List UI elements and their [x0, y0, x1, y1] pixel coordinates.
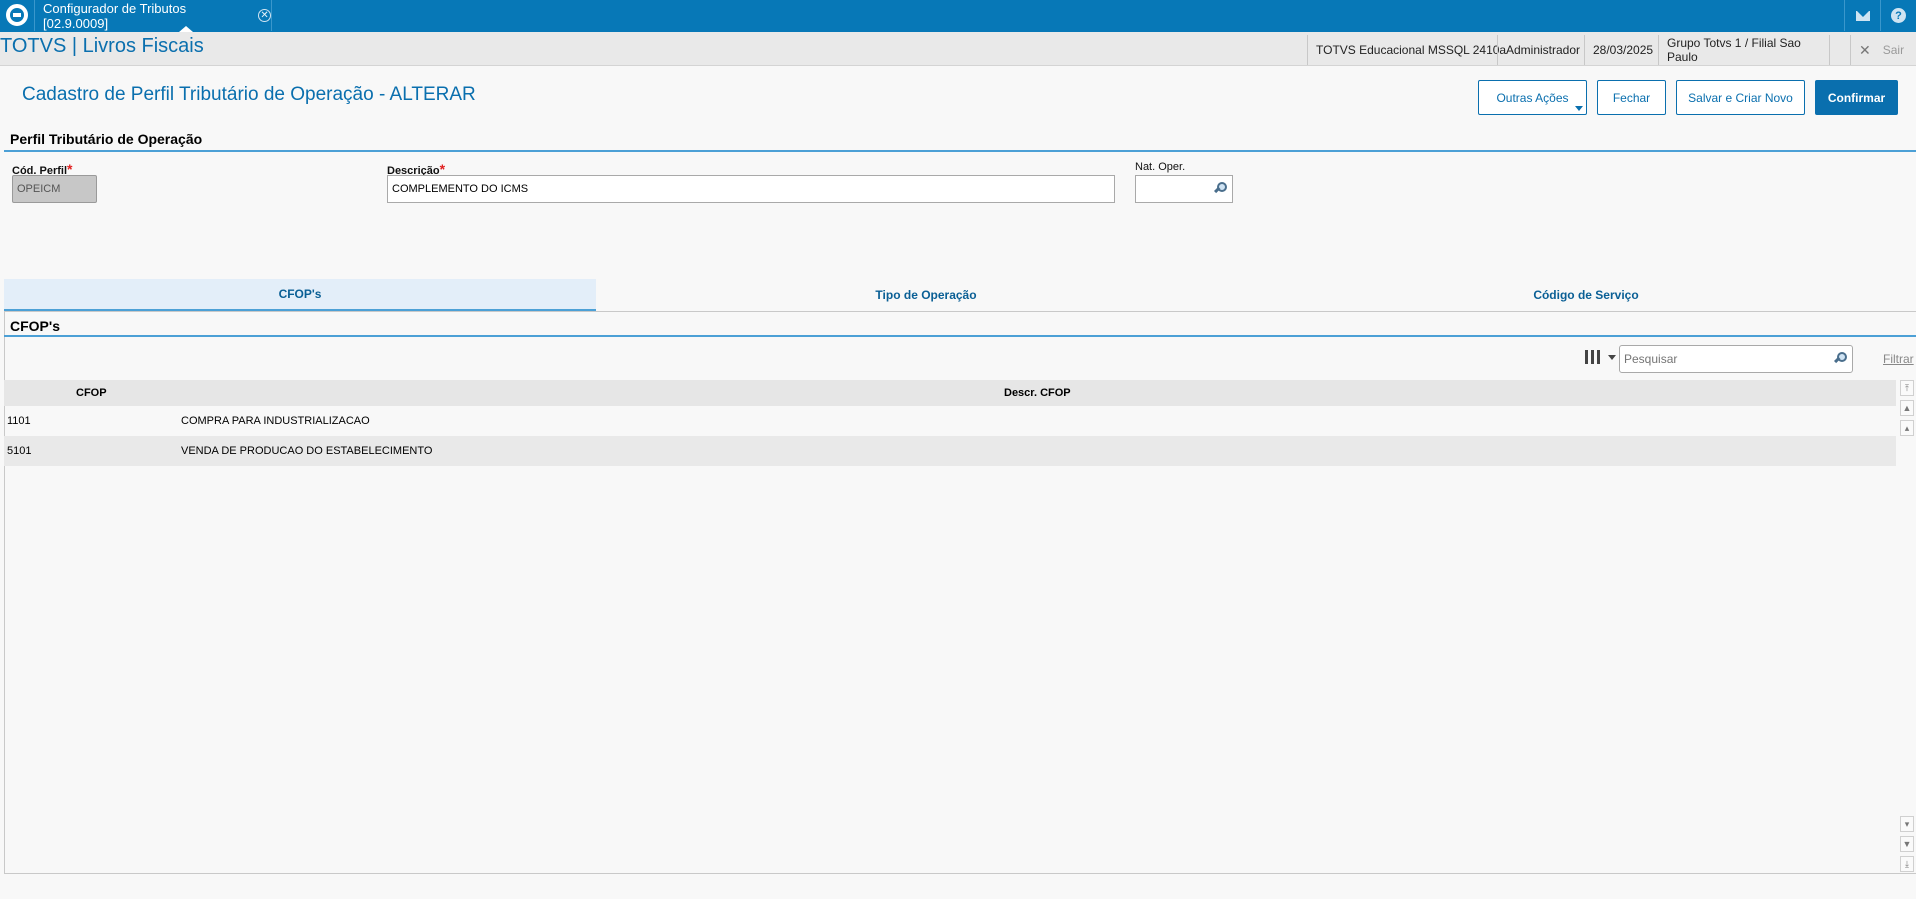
table-row[interactable]: 1101 COMPRA PARA INDUSTRIALIZACAO: [4, 406, 1896, 436]
header-bar: TOTVS | Livros Fiscais TOTVS Educacional…: [0, 32, 1916, 66]
scroll-bottom-icon[interactable]: ⤓: [1900, 856, 1914, 872]
confirm-label: Confirmar: [1827, 90, 1886, 105]
search-icon[interactable]: [1834, 352, 1847, 365]
footer: [0, 874, 1916, 899]
confirm-button[interactable]: Confirmar: [1815, 80, 1898, 115]
column-header-descr-cfop[interactable]: Descr. CFOP: [1004, 387, 1071, 399]
filter-link[interactable]: Filtrar: [1883, 352, 1914, 366]
tab-tipo-operacao[interactable]: Tipo de Operação: [596, 279, 1256, 311]
cod-perfil-field: OPEICM: [12, 175, 97, 203]
user-info[interactable]: Administrador: [1497, 35, 1588, 65]
top-bar: Configurador de Tributos [02.9.0009] ✕ ?: [0, 0, 1916, 32]
scroll-up-icon[interactable]: ▴: [1900, 420, 1914, 436]
tab-cfops[interactable]: CFOP's: [4, 279, 596, 311]
tab-codigo-servico[interactable]: Código de Serviço: [1256, 279, 1916, 311]
search-input[interactable]: [1619, 345, 1853, 373]
save-new-label: Salvar e Criar Novo: [1688, 90, 1793, 105]
app-tab-label: Configurador de Tributos [02.9.0009]: [43, 0, 187, 31]
chevron-down-icon: [1575, 106, 1583, 111]
branch-info[interactable]: Grupo Totvs 1 / Filial Sao Paulo: [1658, 35, 1830, 65]
cell-cfop: 1101: [7, 415, 31, 427]
column-header-cfop[interactable]: CFOP: [76, 387, 107, 399]
scroll-page-up-icon[interactable]: ▲: [1900, 400, 1914, 416]
help-button[interactable]: ?: [1880, 0, 1916, 31]
help-icon: ?: [1891, 8, 1906, 23]
table-header: CFOP Descr. CFOP: [4, 380, 1896, 406]
app-title: TOTVS | Livros Fiscais: [0, 35, 204, 57]
cell-descr: VENDA DE PRODUCAO DO ESTABELECIMENTO: [181, 445, 433, 457]
messages-button[interactable]: [1844, 0, 1880, 31]
grid-title: CFOP's: [10, 318, 61, 334]
scroll-page-down-icon[interactable]: ▼: [1900, 836, 1914, 852]
section-title: Perfil Tributário de Operação: [10, 131, 203, 147]
page-title: Cadastro de Perfil Tributário de Operaçã…: [22, 84, 476, 105]
exit-label: Sair: [1882, 43, 1905, 57]
other-actions-button[interactable]: Outras Ações: [1478, 80, 1587, 115]
nat-oper-label: Nat. Oper.: [1135, 161, 1186, 173]
save-new-button[interactable]: Salvar e Criar Novo: [1676, 80, 1805, 115]
close-tab-icon[interactable]: ✕: [258, 9, 271, 22]
cell-descr: COMPRA PARA INDUSTRIALIZACAO: [181, 415, 370, 427]
scrollbar[interactable]: ⤒ ▲ ▴ ▾ ▼ ⤓: [1897, 380, 1916, 874]
exit-button[interactable]: ✕ Sair: [1850, 35, 1916, 65]
close-icon: ✕: [1859, 41, 1871, 58]
mail-icon: [1855, 10, 1870, 21]
scroll-top-icon[interactable]: ⤒: [1900, 380, 1914, 396]
environment-info[interactable]: TOTVS Educacional MSSQL 2410a: [1307, 35, 1514, 65]
date-info[interactable]: 28/03/2025: [1584, 35, 1661, 65]
cell-cfop: 5101: [7, 445, 32, 457]
descricao-field[interactable]: COMPLEMENTO DO ICMS: [387, 175, 1115, 203]
grid-title-divider: [4, 335, 1916, 337]
other-actions-label: Outras Ações: [1496, 90, 1569, 105]
search-icon[interactable]: [1214, 182, 1227, 195]
scroll-down-icon[interactable]: ▾: [1900, 816, 1914, 832]
totvs-logo-icon[interactable]: [0, 0, 34, 30]
app-tab[interactable]: Configurador de Tributos [02.9.0009] ✕: [34, 0, 272, 32]
columns-icon[interactable]: [1583, 350, 1616, 368]
divider: [1829, 35, 1830, 65]
close-button-label: Fechar: [1612, 90, 1651, 105]
section-divider: [4, 150, 1916, 152]
table-row[interactable]: 5101 VENDA DE PRODUCAO DO ESTABELECIMENT…: [4, 436, 1896, 466]
close-button[interactable]: Fechar: [1597, 80, 1666, 115]
